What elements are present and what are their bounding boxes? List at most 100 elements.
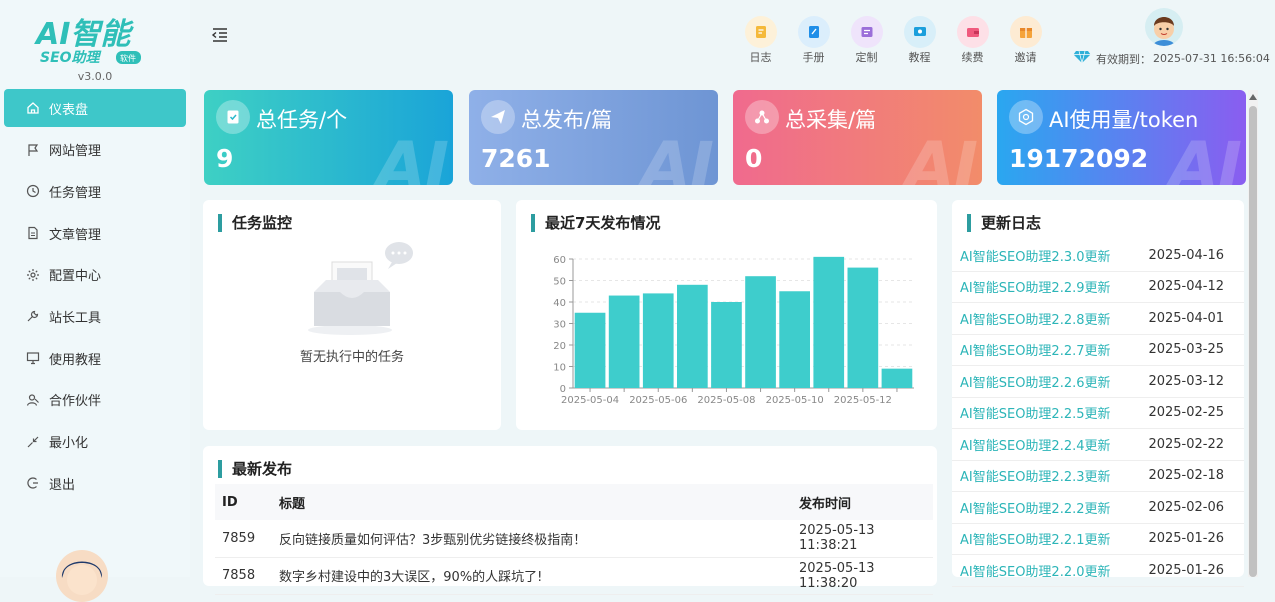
y-tick-label: 0 (560, 384, 566, 395)
cell-time: 2025-05-13 11:38:21 (792, 520, 933, 558)
invite-icon (1009, 16, 1042, 48)
bar (608, 295, 640, 388)
sidebar-item-sites[interactable]: 网站管理 (4, 131, 186, 169)
tool-label: 续费 (961, 51, 984, 64)
bar (745, 276, 776, 388)
tool-log-button[interactable]: 日志 (734, 16, 787, 65)
collect-icon (745, 100, 779, 134)
sidebar-item-config[interactable]: 配置中心 (4, 256, 186, 294)
changelog-item-date: 2025-03-25 (1148, 342, 1224, 358)
changelog-item-date: 2025-02-06 (1148, 499, 1224, 515)
changelog-item[interactable]: AI智能SEO助理2.3.0更新 2025-04-16 (952, 240, 1244, 272)
sidebar-item-label: 任务管理 (49, 185, 102, 201)
y-tick-label: 30 (553, 320, 566, 331)
changelog-item-title[interactable]: AI智能SEO助理2.2.4更新 (960, 435, 1111, 454)
changelog-panel: 更新日志 AI智能SEO助理2.3.0更新 2025-04-16 AI智能SEO助理… (952, 200, 1244, 587)
changelog-item-title[interactable]: AI智能SEO助理2.2.2更新 (960, 498, 1111, 517)
menu-toggle-icon[interactable] (211, 27, 231, 45)
column-header-time: 发布时间 (792, 484, 933, 520)
send-icon (481, 100, 515, 134)
changelog-item[interactable]: AI智能SEO助理2.2.0更新 2025-01-26 (952, 555, 1244, 587)
cell-id: 7859 (215, 520, 272, 558)
tool-label: 手册 (802, 51, 825, 64)
changelog-item-date: 2025-01-26 (1148, 562, 1224, 578)
ai-watermark: AI (375, 128, 449, 185)
y-tick-label: 50 (553, 277, 566, 288)
tool-renew-button[interactable]: 续费 (946, 16, 999, 65)
tool-label: 邀请 (1014, 51, 1037, 64)
manual-icon (797, 16, 830, 48)
tool-custom-button[interactable]: 定制 (840, 16, 893, 65)
changelog-item[interactable]: AI智能SEO助理2.2.2更新 2025-02-06 (952, 492, 1244, 524)
panel-title: 更新日志 (967, 214, 1041, 232)
bar (779, 291, 810, 388)
sidebar-nav: 仪表盘 网站管理 任务管理 文章管理 配置中心 站长工具 使用教程 合作伙伴 最… (4, 89, 186, 506)
svg-text:软件: 软件 (120, 53, 136, 63)
changelog-item[interactable]: AI智能SEO助理2.2.9更新 2025-04-12 (952, 272, 1244, 303)
sidebar-item-minimize[interactable]: 最小化 (4, 423, 186, 461)
stat-value: 9 (216, 144, 234, 173)
changelog-item-date: 2025-02-18 (1148, 468, 1224, 484)
stat-value: 0 (745, 144, 763, 173)
sidebar-item-label: 网站管理 (49, 144, 102, 160)
changelog-item-title[interactable]: AI智能SEO助理2.3.0更新 (960, 246, 1111, 265)
task-icon (216, 100, 250, 134)
sidebar-item-articles[interactable]: 文章管理 (4, 214, 186, 252)
sidebar-item-label: 最小化 (49, 436, 89, 451)
ai-watermark: AI (640, 128, 714, 185)
bar (677, 284, 708, 388)
changelog-list: AI智能SEO助理2.3.0更新 2025-04-16 AI智能SEO助理2.2.9… (952, 240, 1244, 587)
changelog-item[interactable]: AI智能SEO助理2.2.4更新 2025-02-22 (952, 429, 1244, 461)
changelog-item-title[interactable]: AI智能SEO助理2.2.9更新 (960, 277, 1111, 296)
stat-value: 19172092 (1009, 144, 1149, 173)
cell-title: 反向链接质量如何评估？3步甄别优劣链接终极指南！ (272, 520, 792, 558)
sidebar-item-tools[interactable]: 站长工具 (4, 297, 186, 335)
changelog-item-date: 2025-02-25 (1148, 405, 1224, 421)
bar (881, 368, 913, 388)
changelog-item-title[interactable]: AI智能SEO助理2.2.7更新 (960, 340, 1111, 359)
table-row[interactable]: 7858 数字乡村建设中的3大误区，90%的人踩坑了! 2025-05-13 1… (215, 557, 933, 595)
tool-label: 日志 (749, 51, 772, 64)
changelog-item[interactable]: AI智能SEO助理2.2.7更新 2025-03-25 (952, 335, 1244, 366)
home-icon (26, 101, 40, 115)
minimize-icon (26, 435, 40, 449)
panel-title: 任务监控 (218, 214, 292, 232)
expiry-label: 有效期到： (1096, 52, 1151, 66)
changelog-item-title[interactable]: AI智能SEO助理2.2.8更新 (960, 309, 1111, 328)
sidebar-item-partners[interactable]: 合作伙伴 (4, 381, 186, 419)
changelog-item[interactable]: AI智能SEO助理2.2.8更新 2025-04-01 (952, 303, 1244, 335)
scroll-up-arrow-icon[interactable] (1248, 90, 1258, 104)
tool-tutorial-button[interactable]: 教程 (893, 16, 946, 65)
changelog-item-title[interactable]: AI智能SEO助理2.2.3更新 (960, 466, 1111, 485)
changelog-item-title[interactable]: AI智能SEO助理2.2.1更新 (960, 529, 1111, 548)
changelog-item[interactable]: AI智能SEO助理2.2.6更新 2025-03-12 (952, 366, 1244, 398)
top-toolbar: 日志 手册 定制 教程 续费 邀请 (734, 16, 1052, 65)
clock-icon (26, 184, 40, 198)
gear-icon (26, 268, 40, 282)
page-scrollbar-thumb[interactable] (1249, 106, 1257, 577)
logout-icon (26, 476, 40, 490)
stat-title: 总采集/篇 (785, 108, 877, 132)
x-tick-label: 2025-05-06 (629, 395, 687, 406)
changelog-item[interactable]: AI智能SEO助理2.2.3更新 2025-02-18 (952, 461, 1244, 492)
tool-label: 教程 (908, 51, 931, 64)
tool-invite-button[interactable]: 邀请 (999, 16, 1052, 65)
changelog-item-date: 2025-04-16 (1148, 247, 1224, 263)
changelog-item[interactable]: AI智能SEO助理2.2.5更新 2025-02-25 (952, 398, 1244, 429)
user-avatar[interactable] (1145, 8, 1183, 46)
changelog-item-date: 2025-02-22 (1148, 436, 1224, 452)
y-tick-label: 20 (553, 341, 566, 352)
table-row[interactable]: 7859 反向链接质量如何评估？3步甄别优劣链接终极指南！ 2025-05-13… (215, 520, 933, 558)
latest-panel: 最新发布 ID 标题 发布时间 7859 反向链接质量如何评估？3步甄别优劣链接… (203, 446, 937, 595)
sidebar-item-dashboard[interactable]: 仪表盘 (4, 89, 186, 127)
tool-manual-button[interactable]: 手册 (787, 16, 840, 65)
sidebar-item-tutorial[interactable]: 使用教程 (4, 339, 186, 377)
changelog-item-title[interactable]: AI智能SEO助理2.2.5更新 (960, 403, 1111, 422)
changelog-item[interactable]: AI智能SEO助理2.2.1更新 2025-01-26 (952, 524, 1244, 555)
sidebar-item-tasks[interactable]: 任务管理 (4, 172, 186, 210)
log-icon (744, 16, 777, 48)
app-version: v3.0.0 (77, 70, 113, 83)
bar (711, 302, 742, 388)
changelog-item-title[interactable]: AI智能SEO助理2.2.6更新 (960, 372, 1111, 391)
sidebar-item-logout[interactable]: 退出 (4, 464, 186, 502)
